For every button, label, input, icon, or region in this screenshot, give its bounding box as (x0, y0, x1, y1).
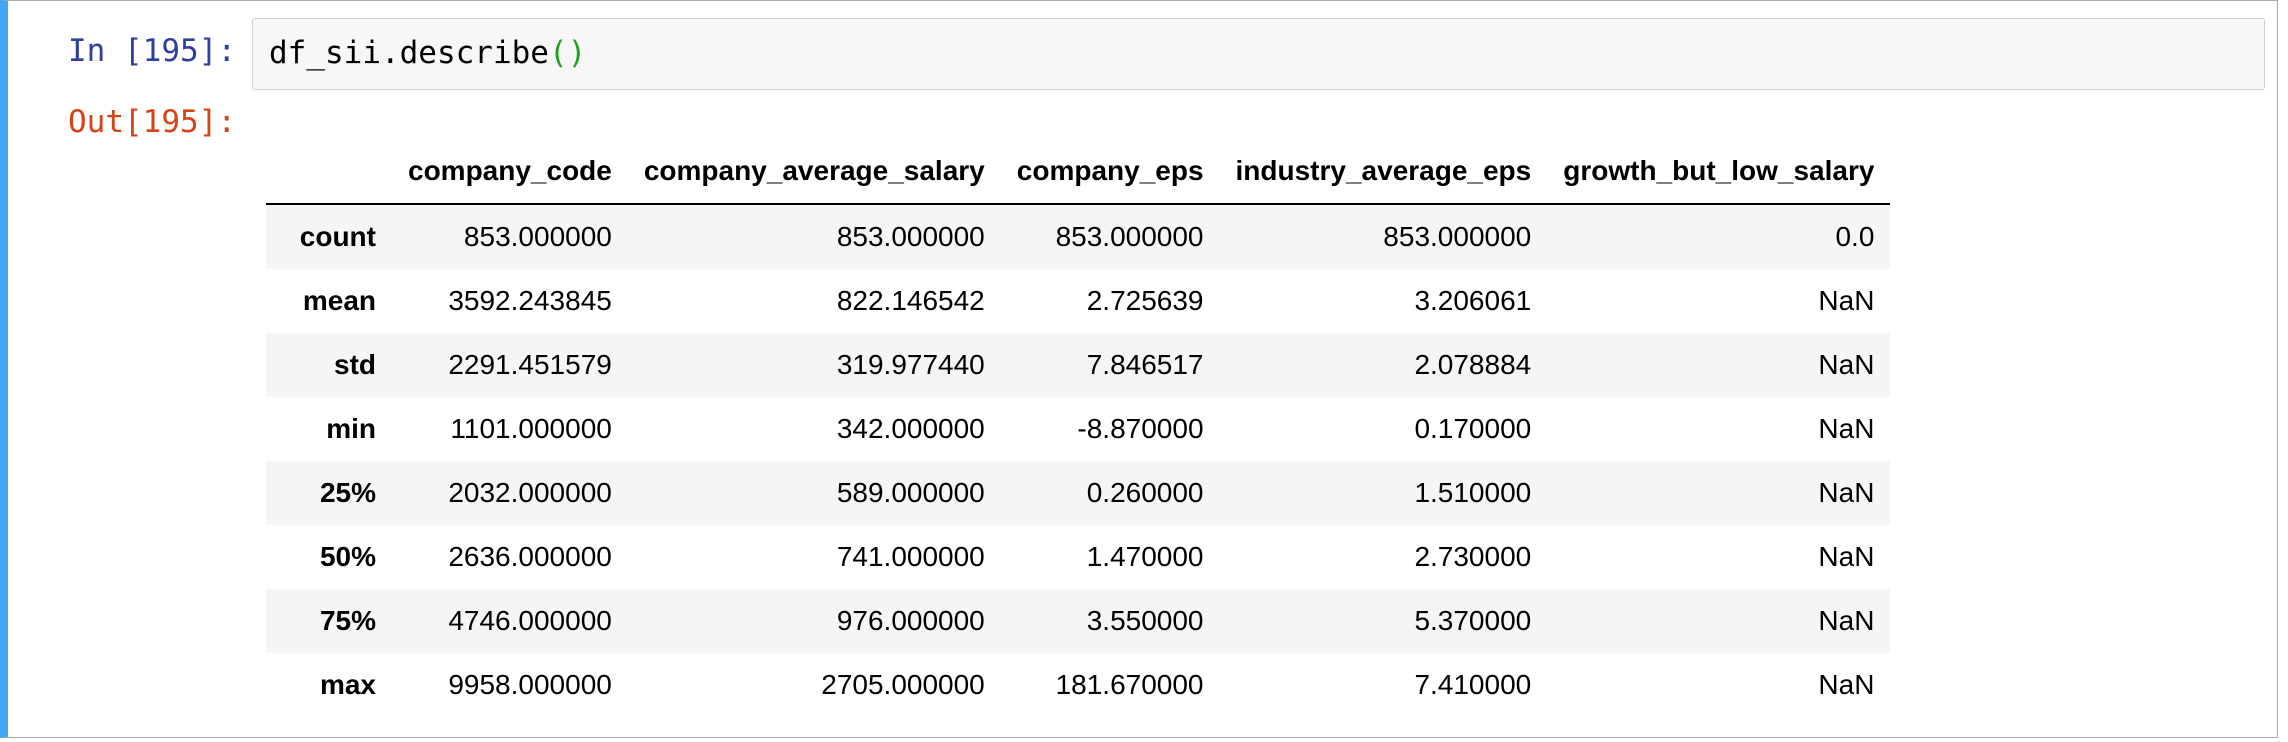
table-cell: 2705.000000 (821, 669, 985, 700)
table-row: 25% 2032.000000 589.000000 0.260000 1.51… (266, 461, 1891, 525)
table-cell: 741.000000 (836, 541, 985, 572)
index-header (266, 139, 392, 205)
output-prompt: Out[195]: (68, 104, 236, 140)
code-editor[interactable]: df_sii.describe() (252, 18, 2265, 90)
table-cell: 181.670000 (1055, 669, 1204, 700)
table-cell: 3.550000 (1086, 605, 1204, 636)
column-header: company_eps (1000, 139, 1220, 205)
table-row: 75% 4746.000000 976.000000 3.550000 5.37… (266, 589, 1891, 653)
row-label: 50% (319, 541, 376, 572)
table-header-row: company_code company_average_salary comp… (266, 139, 1891, 205)
table-cell: 5.370000 (1414, 605, 1532, 636)
table-cell: 4746.000000 (448, 605, 612, 636)
table-row: std 2291.451579 319.977440 7.846517 2.07… (266, 333, 1891, 397)
column-header: industry_average_eps (1219, 139, 1548, 205)
table-cell: 319.977440 (836, 349, 985, 380)
column-header: company_average_salary (627, 139, 1001, 205)
table-cell: 2032.000000 (448, 477, 612, 508)
table-cell: 2.078884 (1414, 349, 1532, 380)
table-cell: -8.870000 (1077, 413, 1204, 444)
column-header: growth_but_low_salary (1547, 139, 1891, 205)
table-cell: 853.000000 (1383, 221, 1532, 252)
code-line: df_sii.describe() (269, 35, 586, 71)
table-cell: 3592.243845 (448, 285, 612, 316)
row-label: 25% (319, 477, 376, 508)
table-cell: 2.725639 (1086, 285, 1204, 316)
table-cell: 976.000000 (836, 605, 985, 636)
table-cell: NaN (1818, 349, 1875, 380)
table-cell: 0.0 (1835, 221, 1875, 252)
row-label: mean (302, 285, 376, 316)
table-cell: NaN (1818, 477, 1875, 508)
table-cell: 0.260000 (1086, 477, 1204, 508)
table-cell: 3.206061 (1414, 285, 1532, 316)
describe-table: company_code company_average_salary comp… (266, 139, 1891, 717)
row-label: std (334, 349, 376, 380)
table-cell: 7.410000 (1414, 669, 1532, 700)
output-area: company_code company_average_salary comp… (266, 139, 1891, 717)
table-cell: NaN (1818, 285, 1875, 316)
input-prompt: In [195]: (68, 33, 236, 69)
table-cell: NaN (1818, 605, 1875, 636)
table-cell: 9958.000000 (448, 669, 612, 700)
table-cell: 1.470000 (1086, 541, 1204, 572)
table-cell: 2291.451579 (448, 349, 612, 380)
table-cell: NaN (1818, 413, 1875, 444)
row-label: count (299, 221, 376, 252)
table-cell: 853.000000 (463, 221, 612, 252)
table-row: count 853.000000 853.000000 853.000000 8… (266, 204, 1891, 269)
row-label: 75% (319, 605, 376, 636)
table-row: max 9958.000000 2705.000000 181.670000 7… (266, 653, 1891, 717)
table-cell: 0.170000 (1414, 413, 1532, 444)
table-cell: 2.730000 (1414, 541, 1532, 572)
table-cell: 853.000000 (1055, 221, 1204, 252)
open-paren: ( (548, 35, 568, 71)
table-cell: 589.000000 (836, 477, 985, 508)
table-cell: 2636.000000 (448, 541, 612, 572)
table-row: 50% 2636.000000 741.000000 1.470000 2.73… (266, 525, 1891, 589)
table-cell: 1.510000 (1414, 477, 1532, 508)
table-cell: 822.146542 (836, 285, 985, 316)
table-row: min 1101.000000 342.000000 -8.870000 0.1… (266, 397, 1891, 461)
table-row: mean 3592.243845 822.146542 2.725639 3.2… (266, 269, 1891, 333)
code-text: df_sii.describe (269, 35, 549, 71)
column-header: company_code (392, 139, 628, 205)
table-cell: 342.000000 (836, 413, 985, 444)
table-cell: 1101.000000 (450, 413, 612, 444)
row-label: max (319, 669, 376, 700)
notebook-cell[interactable]: In [195]: df_sii.describe() Out[195]: co… (0, 0, 2278, 738)
close-paren: ) (567, 35, 587, 71)
table-cell: 853.000000 (836, 221, 985, 252)
row-label: min (326, 413, 376, 444)
table-cell: NaN (1818, 541, 1875, 572)
table-cell: 7.846517 (1086, 349, 1204, 380)
table-cell: NaN (1818, 669, 1875, 700)
